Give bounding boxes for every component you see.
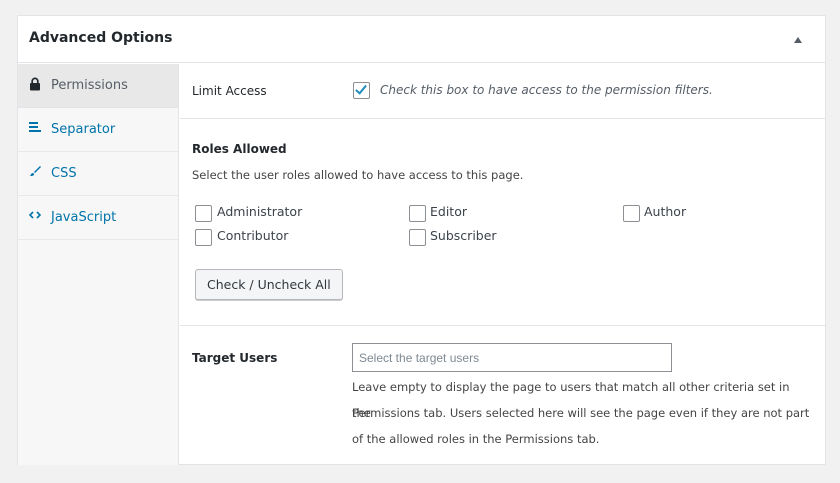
role-administrator-checkbox[interactable] bbox=[195, 205, 212, 222]
check-uncheck-all-button[interactable]: Check / Uncheck All bbox=[195, 269, 343, 300]
target-users-label: Target Users bbox=[192, 351, 278, 365]
roles-heading: Roles Allowed bbox=[192, 142, 287, 156]
separator-icon bbox=[29, 121, 43, 135]
role-editor-label[interactable]: Editor bbox=[430, 204, 467, 219]
role-administrator-label[interactable]: Administrator bbox=[217, 204, 302, 219]
role-editor-checkbox[interactable] bbox=[409, 205, 426, 222]
panel-title: Advanced Options bbox=[29, 30, 173, 46]
role-author-label[interactable]: Author bbox=[644, 204, 686, 219]
code-icon bbox=[28, 209, 43, 223]
target-users-help-line-3: of the allowed roles in the Permissions … bbox=[352, 432, 600, 446]
role-author-checkbox[interactable] bbox=[623, 205, 640, 222]
tab-separator[interactable]: Separator bbox=[18, 108, 178, 152]
tab-javascript[interactable]: JavaScript bbox=[18, 196, 178, 240]
panel-header: Advanced Options bbox=[18, 16, 825, 63]
limit-access-row: Limit Access Check this box to have acce… bbox=[180, 64, 825, 119]
target-users-row: Target Users Leave empty to display the … bbox=[180, 326, 825, 465]
options-sidebar: Permissions Separator CSS JavaScript bbox=[18, 64, 179, 465]
lock-icon bbox=[29, 77, 43, 91]
advanced-options-panel: Advanced Options Permissions Separator C… bbox=[17, 15, 826, 465]
role-subscriber-label[interactable]: Subscriber bbox=[430, 228, 497, 243]
role-subscriber-checkbox[interactable] bbox=[409, 229, 426, 246]
triangle-up-icon[interactable] bbox=[794, 37, 802, 43]
role-contributor-checkbox[interactable] bbox=[195, 229, 212, 246]
tab-label: Separator bbox=[51, 122, 116, 137]
tab-label: JavaScript bbox=[51, 210, 117, 225]
tab-permissions[interactable]: Permissions bbox=[18, 64, 178, 108]
tab-css[interactable]: CSS bbox=[18, 152, 178, 196]
checkmark-icon bbox=[355, 82, 367, 95]
limit-access-description: Check this box to have access to the per… bbox=[380, 83, 713, 97]
tab-label: CSS bbox=[51, 166, 77, 181]
options-content: Limit Access Check this box to have acce… bbox=[180, 64, 825, 465]
tab-label: Permissions bbox=[51, 78, 128, 93]
roles-allowed-row: Roles Allowed Select the user roles allo… bbox=[180, 119, 825, 326]
role-contributor-label[interactable]: Contributor bbox=[217, 228, 288, 243]
limit-access-checkbox[interactable] bbox=[353, 82, 370, 99]
roles-description: Select the user roles allowed to have ac… bbox=[192, 168, 524, 182]
target-users-input[interactable] bbox=[352, 343, 672, 372]
limit-access-label: Limit Access bbox=[192, 84, 267, 98]
brush-icon bbox=[29, 165, 43, 179]
target-users-help-line-2: Permissions tab. Users selected here wil… bbox=[352, 406, 810, 420]
